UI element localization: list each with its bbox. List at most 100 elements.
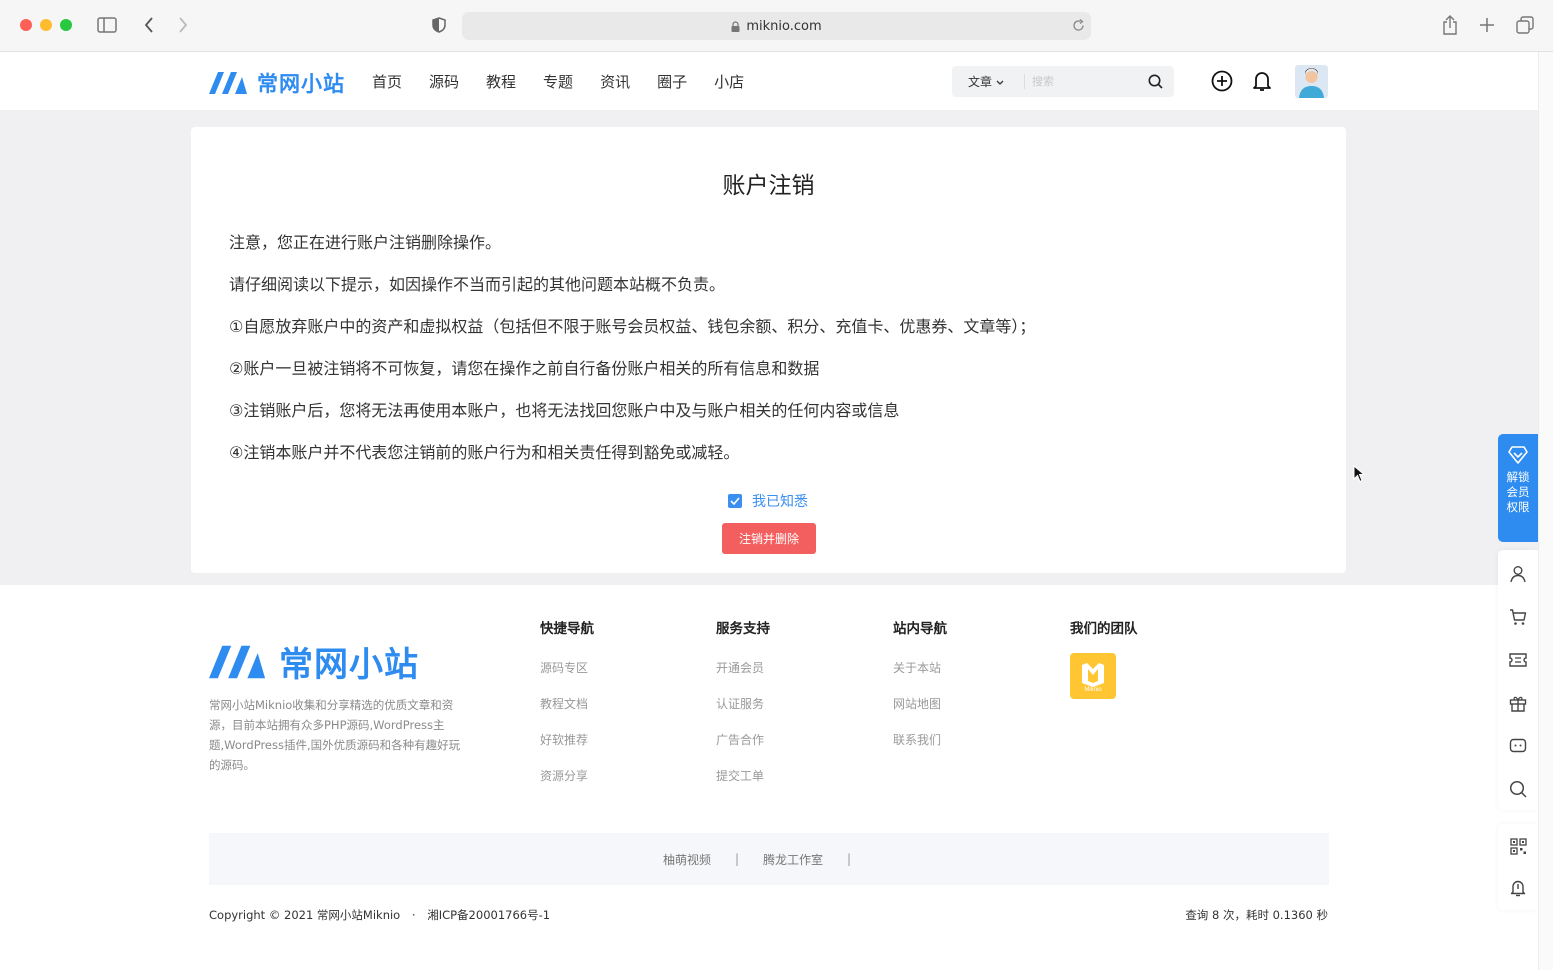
mouse-cursor-icon	[1353, 465, 1365, 483]
chevron-down-icon	[996, 80, 1004, 85]
check-icon	[730, 497, 740, 505]
link-separator: |	[847, 852, 852, 866]
footer-link[interactable]: 认证服务	[716, 695, 770, 731]
main-nav: 首页 源码 教程 专题 资讯 圈子 小店	[372, 52, 771, 110]
logo-mark-icon	[209, 72, 247, 94]
nav-item-tutorial[interactable]: 教程	[486, 71, 516, 92]
query-stats: 查询 8 次，耗时 0.1360 秒	[1185, 908, 1328, 922]
dot-separator: ·	[411, 908, 416, 922]
floating-tools-secondary	[1498, 824, 1538, 910]
footer-link[interactable]: 广告合作	[716, 731, 770, 767]
footer-link[interactable]: 网站地图	[893, 695, 947, 731]
logo-text: 常网小站	[257, 72, 345, 96]
publish-plus-icon[interactable]	[1210, 69, 1234, 93]
footer-column-title: 我们的团队	[1070, 621, 1138, 637]
lock-icon	[731, 20, 740, 32]
page-scrollbar[interactable]	[1538, 52, 1553, 970]
vip-label: 解锁会员权限	[1506, 470, 1530, 514]
nav-item-news[interactable]: 资讯	[600, 71, 630, 92]
site-logo[interactable]: 常网小站	[209, 68, 345, 98]
team-logo-icon: Miknio	[1082, 663, 1104, 693]
alert-bell-icon[interactable]	[1508, 878, 1528, 898]
notice-paragraph: 请仔细阅读以下提示，如因操作不当而引起的其他问题本站概不负责。	[229, 275, 726, 294]
footer-logo[interactable]: 常网小站	[209, 637, 419, 686]
agree-checkbox[interactable]	[728, 494, 742, 508]
footer-column-title: 站内导航	[893, 621, 947, 637]
footer-logo-mark-icon	[209, 645, 266, 678]
team-logo-text: Miknio	[1084, 687, 1102, 693]
search-box: 文章	[952, 66, 1174, 97]
user-icon[interactable]	[1508, 564, 1528, 584]
search-type-select[interactable]: 文章	[968, 73, 1004, 90]
footer-column-quick-nav: 快捷导航 源码专区 教程文档 好软推荐 资源分享	[540, 617, 594, 803]
address-bar[interactable]: miknio.com	[462, 12, 1091, 40]
share-icon[interactable]	[1439, 14, 1461, 36]
floating-tools	[1498, 550, 1538, 810]
nav-item-source[interactable]: 源码	[429, 71, 459, 92]
ticket-icon[interactable]	[1508, 650, 1528, 670]
diamond-icon	[1508, 446, 1528, 464]
back-icon[interactable]	[138, 14, 160, 36]
account-deletion-card: 账户注销 注意，您正在进行账户注销删除操作。 请仔细阅读以下提示，如因操作不当而…	[191, 127, 1346, 573]
footer-logo-text: 常网小站	[279, 645, 419, 685]
link-separator: |	[734, 852, 739, 866]
footer-column-title: 快捷导航	[540, 621, 594, 637]
notice-paragraph: ①自愿放弃账户中的资产和虚拟权益（包括但不限于账号会员权益、钱包余额、积分、充值…	[229, 317, 1036, 336]
footer-link[interactable]: 关于本站	[893, 659, 947, 695]
tab-overview-icon[interactable]	[1514, 14, 1536, 36]
copyright-line: Copyright © 2021 常网小站Miknio · 湘ICP备20001…	[209, 907, 550, 923]
search-icon[interactable]	[1148, 74, 1163, 89]
cart-icon[interactable]	[1508, 607, 1528, 627]
page-title: 账户注销	[722, 173, 815, 199]
copyright-text: Copyright © 2021 常网小站Miknio	[209, 908, 401, 922]
footer-link[interactable]: 好软推荐	[540, 731, 594, 767]
browser-toolbar: miknio.com	[0, 0, 1553, 52]
nav-item-shop[interactable]: 小店	[714, 71, 744, 92]
team-logo[interactable]: Miknio	[1070, 653, 1116, 699]
delete-account-button[interactable]: 注销并删除	[722, 523, 816, 554]
search-divider	[1024, 74, 1025, 89]
notice-paragraph: ③注销账户后，您将无法再使用本账户，也将无法找回您账户中及与账户相关的任何内容或…	[229, 401, 900, 420]
maximize-window-button[interactable]	[60, 19, 72, 31]
chat-icon[interactable]	[1508, 736, 1528, 756]
privacy-shield-icon[interactable]	[428, 14, 450, 36]
search-input[interactable]	[1032, 72, 1137, 91]
notice-paragraph: ②账户一旦被注销将不可恢复，请您在操作之前自行备份账户相关的所有信息和数据	[229, 359, 820, 378]
agree-checkbox-row[interactable]: 我已知悉	[728, 491, 808, 511]
friend-link[interactable]: 腾龙工作室	[763, 851, 823, 868]
footer-link[interactable]: 资源分享	[540, 767, 594, 803]
notification-bell-icon[interactable]	[1250, 69, 1274, 93]
forward-icon[interactable]	[172, 14, 194, 36]
site-header: 常网小站 首页 源码 教程 专题 资讯 圈子 小店 文章	[0, 52, 1538, 110]
nav-item-home[interactable]: 首页	[372, 71, 402, 92]
footer-link[interactable]: 教程文档	[540, 695, 594, 731]
nav-item-circle[interactable]: 圈子	[657, 71, 687, 92]
footer-link[interactable]: 提交工单	[716, 767, 770, 803]
sidebar-toggle-icon[interactable]	[96, 14, 118, 36]
qrcode-icon[interactable]	[1508, 836, 1528, 856]
gift-icon[interactable]	[1508, 693, 1528, 713]
agree-label[interactable]: 我已知悉	[752, 491, 808, 511]
footer-link[interactable]: 源码专区	[540, 659, 594, 695]
site-footer: 常网小站 常网小站Miknio收集和分享精选的优质文章和资源，目前本站拥有众多P…	[0, 585, 1538, 970]
page-viewport: 常网小站 首页 源码 教程 专题 资讯 圈子 小店 文章 账户注销 注意	[0, 52, 1538, 970]
close-window-button[interactable]	[20, 19, 32, 31]
url-text: miknio.com	[746, 18, 822, 34]
minimize-window-button[interactable]	[40, 19, 52, 31]
footer-description: 常网小站Miknio收集和分享精选的优质文章和资源，目前本站拥有众多PHP源码,…	[209, 698, 461, 772]
new-tab-icon[interactable]	[1476, 14, 1498, 36]
icp-link[interactable]: 湘ICP备20001766号-1	[427, 908, 550, 922]
footer-column-service: 服务支持 开通会员 认证服务 广告合作 提交工单	[716, 617, 770, 803]
footer-column-title: 服务支持	[716, 621, 770, 637]
footer-link[interactable]: 联系我们	[893, 731, 947, 767]
reload-icon[interactable]	[1072, 19, 1085, 32]
user-avatar[interactable]	[1295, 65, 1328, 98]
unlock-vip-button[interactable]: 解锁会员权限	[1498, 434, 1538, 542]
footer-link[interactable]: 开通会员	[716, 659, 770, 695]
notice-paragraph: 注意，您正在进行账户注销删除操作。	[229, 233, 502, 252]
search-side-icon[interactable]	[1508, 779, 1528, 799]
search-type-label: 文章	[968, 75, 993, 89]
friend-link[interactable]: 柚萌视频	[663, 851, 711, 868]
footer-column-site-nav: 站内导航 关于本站 网站地图 联系我们	[893, 617, 947, 767]
nav-item-topics[interactable]: 专题	[543, 71, 573, 92]
